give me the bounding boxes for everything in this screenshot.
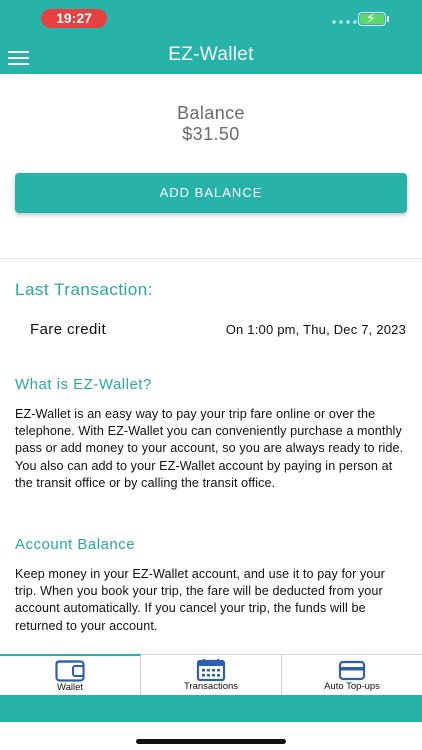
credit-card-icon — [338, 660, 366, 681]
home-indicator[interactable] — [136, 739, 286, 744]
tab-label: Transactions — [183, 681, 239, 692]
tab-label: Auto Top-ups — [324, 681, 380, 692]
last-transaction-row: Fare credit On 1:00 pm, Thu, Dec 7, 2023 — [0, 321, 422, 341]
add-balance-button[interactable]: ADD BALANCE — [15, 173, 407, 213]
what-is-ezwallet-heading: What is EZ-Wallet? — [15, 376, 152, 393]
what-is-ezwallet-text: EZ-Wallet is an easy way to pay your tri… — [15, 407, 404, 490]
battery-charging-icon: ⚡ — [358, 10, 386, 26]
calendar-icon — [196, 659, 226, 681]
balance-amount: $31.50 — [182, 124, 240, 144]
wallet-icon — [55, 660, 85, 682]
transaction-date: On 1:00 pm, Thu, Dec 7, 2023 — [225, 322, 406, 337]
balance-label: Balance — [177, 103, 245, 123]
status-bar: 19:27 ⚡ — [0, 0, 422, 38]
page-title: EZ-Wallet — [168, 44, 254, 65]
account-balance-heading: Account Balance — [15, 536, 136, 553]
signal-dots-icon — [332, 20, 357, 24]
tab-wallet[interactable]: Wallet — [0, 654, 141, 695]
status-time: 19:27 — [41, 9, 107, 28]
battery-tip — [387, 16, 389, 22]
bottom-band — [0, 695, 422, 722]
last-transaction-heading: Last Transaction: — [15, 280, 153, 299]
app-header: EZ-Wallet — [0, 38, 422, 74]
transaction-name: Fare credit — [30, 321, 107, 338]
tab-auto-topups[interactable]: Auto Top-ups — [282, 655, 422, 695]
account-balance-text: Keep money in your EZ-Wallet account, an… — [15, 567, 385, 633]
tab-transactions[interactable]: Transactions — [141, 655, 282, 695]
divider — [0, 258, 422, 259]
tab-bar: Wallet Transactions Auto Top-ups — [0, 654, 422, 695]
tab-label: Wallet — [56, 682, 84, 693]
